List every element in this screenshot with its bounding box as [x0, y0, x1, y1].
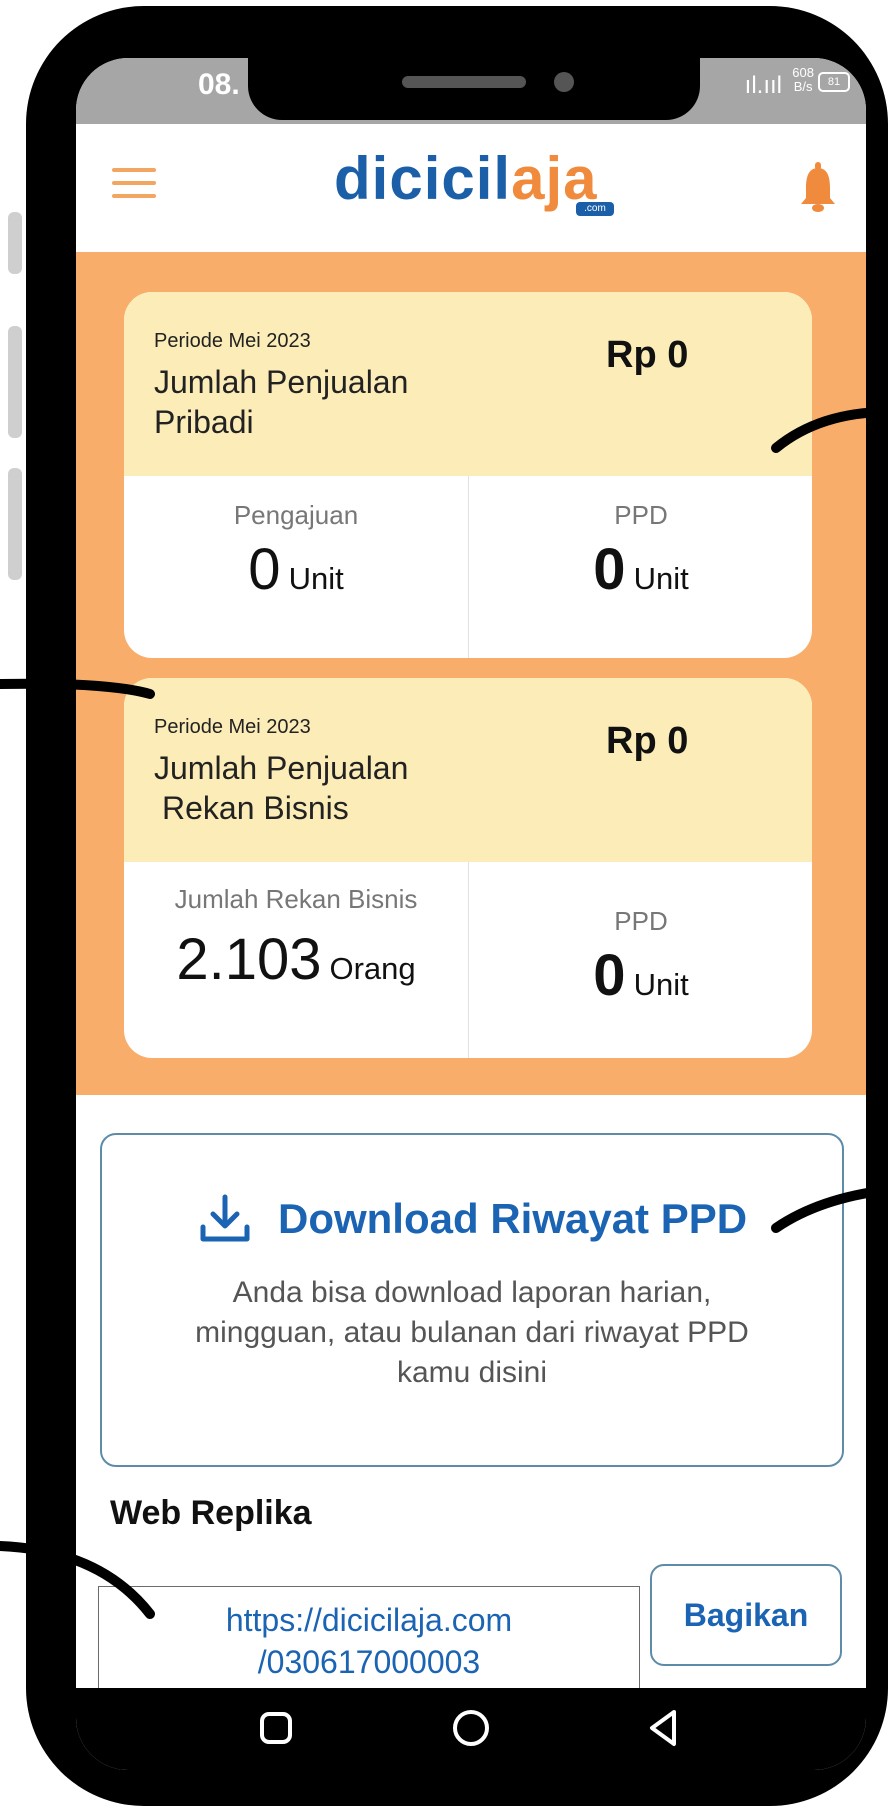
- card-title-line2: Pribadi: [154, 404, 254, 440]
- replika-url-line2: /030617000003: [257, 1644, 481, 1680]
- triangle-back-icon[interactable]: [642, 1706, 686, 1750]
- stat-label: Pengajuan: [233, 500, 359, 530]
- speaker-grille: [402, 76, 526, 88]
- stat-value: 0 Unit: [124, 536, 468, 603]
- replika-url-line1: https://dicicilaja.com: [225, 1602, 513, 1638]
- camera-notch: [248, 58, 700, 120]
- period-label: Periode Mei 2023: [154, 330, 311, 352]
- web-replika-heading: Web Replika: [110, 1494, 312, 1532]
- partner-sales-card: Periode Mei 2023 Jumlah Penjualan Rekan …: [124, 678, 812, 1058]
- card-stats: Jumlah Rekan Bisnis 2.103 Orang PPD 0 Unit: [124, 862, 812, 1058]
- sales-summary-panel: Periode Mei 2023 Jumlah Penjualan Pribad…: [76, 252, 866, 1095]
- volume-button-low: [8, 468, 22, 580]
- battery-icon: 81: [818, 72, 850, 92]
- card-title-line1: Jumlah Penjualan: [154, 364, 409, 400]
- card-title: Jumlah Penjualan Pribadi: [154, 362, 408, 442]
- card-title: Jumlah Penjualan Rekan Bisnis: [154, 748, 408, 828]
- card-header: Periode Mei 2023 Jumlah Penjualan Rekan …: [124, 678, 812, 862]
- download-description: Anda bisa download laporan harian, mingg…: [195, 1276, 749, 1389]
- stat-number: 0: [248, 537, 281, 602]
- status-bar: 08. ıl.ııl 608 B/s 81: [76, 58, 866, 124]
- logo-part-dicicil: dicicil: [334, 145, 512, 212]
- logo-com-badge: .com: [576, 202, 614, 216]
- stat-unit: Unit: [633, 967, 689, 1002]
- card-title-line2: Rekan Bisnis: [162, 790, 349, 826]
- personal-sales-card: Periode Mei 2023 Jumlah Penjualan Pribad…: [124, 292, 812, 658]
- app-header: dicicilaja .com: [76, 124, 866, 252]
- app-logo: dicicilaja .com: [334, 144, 614, 216]
- net-speed-unit: B/s: [793, 79, 813, 94]
- stat-ppd: PPD 0 Unit: [468, 476, 812, 658]
- stat-value: 2.103 Orang: [124, 926, 468, 993]
- stat-label: PPD: [614, 500, 668, 530]
- card-title-line1: Jumlah Penjualan: [154, 750, 409, 786]
- stat-rekan-bisnis: Jumlah Rekan Bisnis 2.103 Orang: [124, 862, 468, 1058]
- circle-icon[interactable]: [449, 1706, 493, 1750]
- phone-screen: 08. ıl.ııl 608 B/s 81 dicicilaja .com Pe…: [76, 58, 866, 1770]
- stat-number: 0: [593, 537, 626, 602]
- stat-label: Jumlah Rekan Bisnis: [174, 884, 418, 914]
- volume-button-mid: [8, 326, 22, 438]
- stat-unit: Unit: [633, 561, 689, 596]
- card-stats: Pengajuan 0 Unit PPD 0 Unit: [124, 476, 812, 658]
- stat-value: 0 Unit: [469, 536, 812, 603]
- net-speed: 608 B/s: [792, 66, 814, 94]
- stat-ppd: PPD 0 Unit: [468, 862, 812, 1058]
- hamburger-icon[interactable]: [112, 168, 156, 204]
- square-icon[interactable]: [254, 1706, 298, 1750]
- sales-amount: Rp 0: [606, 334, 689, 376]
- signal-icon: ıl.ııl: [744, 72, 782, 99]
- volume-button-top: [8, 212, 22, 274]
- stat-value: 0 Unit: [469, 942, 812, 1009]
- period-label: Periode Mei 2023: [154, 716, 311, 738]
- status-time: 08.: [198, 68, 240, 101]
- share-button[interactable]: Bagikan: [650, 1564, 842, 1666]
- replika-url: https://dicicilaja.com /030617000003: [99, 1599, 639, 1683]
- download-icon: [200, 1194, 250, 1242]
- sales-amount: Rp 0: [606, 720, 689, 762]
- bell-icon[interactable]: [798, 162, 838, 212]
- stat-unit: Orang: [329, 951, 416, 986]
- stat-number: 0: [593, 943, 626, 1008]
- stat-label: PPD: [614, 906, 668, 936]
- front-camera: [554, 72, 574, 92]
- stat-pengajuan: Pengajuan 0 Unit: [124, 476, 468, 658]
- card-header: Periode Mei 2023 Jumlah Penjualan Pribad…: [124, 292, 812, 476]
- net-speed-value: 608: [792, 65, 814, 80]
- download-ppd-history-card[interactable]: Download Riwayat PPD Anda bisa download …: [100, 1133, 844, 1467]
- stat-unit: Unit: [288, 561, 344, 596]
- download-title[interactable]: Download Riwayat PPD: [278, 1195, 747, 1243]
- stat-number: 2.103: [176, 927, 322, 992]
- android-nav-bar: [76, 1688, 866, 1770]
